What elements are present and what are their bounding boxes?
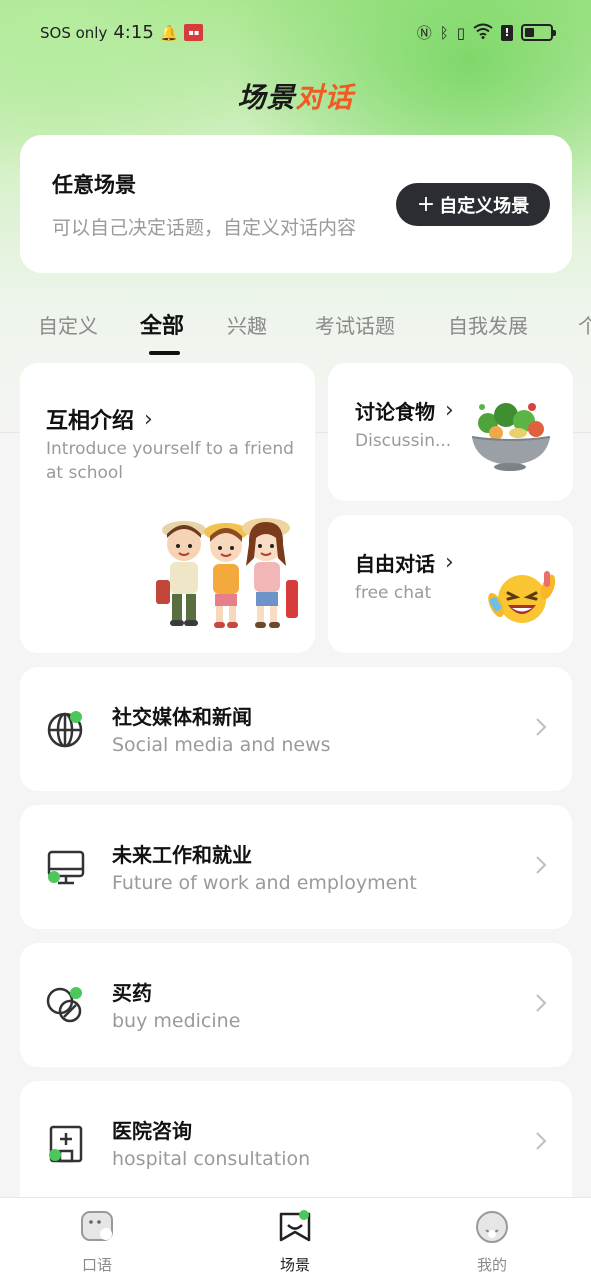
nav-label: 口语 [81, 1256, 112, 1274]
topic-card-hospital[interactable]: 医院咨询 hospital consultation [20, 1081, 572, 1197]
laughing-emoji-illustration [488, 571, 556, 623]
profile-icon [476, 1211, 508, 1243]
chevron-right-icon [536, 856, 547, 874]
featured-subtitle: Introduce yourself to a friend at school [46, 439, 294, 483]
topic-subtitle: hospital consultation [112, 1148, 311, 1170]
nav-item-scenes[interactable]: 场景 [255, 1210, 335, 1275]
tab-interests[interactable]: 兴趣 [227, 310, 267, 339]
featured-subtitle: free chat [355, 583, 432, 603]
topic-title: 买药 [112, 981, 152, 1005]
topic-subtitle: Future of work and employment [112, 872, 417, 894]
chat-face-icon [81, 1211, 113, 1241]
featured-title: 讨论食物 [355, 400, 435, 424]
pills-icon [46, 987, 82, 1023]
chevron-right-icon [536, 1132, 547, 1150]
tab-self-development[interactable]: 自我发展 [448, 310, 528, 339]
topic-title: 社交媒体和新闻 [112, 705, 252, 729]
bottom-nav: 口语 场景 我的 [0, 1197, 591, 1280]
chevron-right-icon: › [445, 398, 454, 423]
carrier-text: SOS only [40, 23, 108, 42]
nav-label: 场景 [279, 1256, 310, 1274]
topic-title: 医院咨询 [112, 1119, 192, 1143]
featured-title: 自由对话 [355, 552, 435, 576]
battery-icon [521, 24, 556, 41]
tab-more[interactable]: 个 [578, 310, 591, 339]
nav-item-profile[interactable]: 我的 [452, 1210, 532, 1275]
featured-card-introduce[interactable]: 互相介绍 › Introduce yourself to a friend at… [20, 363, 315, 653]
hospital-icon [49, 1125, 83, 1163]
wifi-icon [473, 23, 493, 43]
clock: 4:15 [113, 22, 154, 43]
plus-icon: + [416, 191, 436, 217]
globe-icon [47, 711, 83, 748]
featured-subtitle: Discussin... [355, 431, 452, 451]
tab-exam-topics[interactable]: 考试话题 [315, 310, 395, 339]
tab-custom[interactable]: 自定义 [38, 310, 98, 339]
bell-icon: 🔔 [159, 23, 179, 42]
featured-card-food[interactable]: 讨论食物 › Discussin... [328, 363, 573, 501]
tab-all[interactable]: 全部 [140, 308, 184, 340]
page-title: 场景对话 [0, 76, 591, 116]
topic-subtitle: buy medicine [112, 1010, 241, 1032]
nav-label: 我的 [476, 1256, 507, 1274]
topic-card-social-media[interactable]: 社交媒体和新闻 Social media and news [20, 667, 572, 791]
nav-item-speaking[interactable]: 口语 [57, 1210, 137, 1275]
page-title-part1: 场景 [237, 81, 296, 114]
category-tabs: 自定义 全部 兴趣 考试话题 自我发展 个 [0, 300, 591, 360]
salad-bowl-illustration [471, 403, 551, 471]
app-notification-icon: ▪▪ [184, 24, 204, 41]
featured-title: 互相介绍 [46, 409, 135, 434]
custom-scene-card[interactable]: 任意场景 可以自己决定话题，自定义对话内容 + 自定义场景 [20, 135, 572, 273]
custom-scene-button-label: 自定义场景 [439, 195, 530, 217]
nfc-icon: Ⓝ [416, 24, 432, 42]
custom-scene-title: 任意场景 [52, 173, 136, 197]
chevron-right-icon [536, 718, 547, 736]
chevron-right-icon [536, 994, 547, 1012]
custom-scene-button[interactable]: + 自定义场景 [396, 183, 550, 226]
vibrate-icon: ▯ [456, 23, 465, 42]
chevron-right-icon: › [445, 550, 454, 575]
monitor-icon [47, 850, 85, 885]
topic-title: 未来工作和就业 [112, 843, 252, 867]
featured-card-free-chat[interactable]: 自由对话 › free chat [328, 515, 573, 653]
active-tab-indicator [149, 351, 180, 355]
kids-illustration [156, 518, 298, 628]
alert-icon: ! [501, 24, 513, 41]
bluetooth-icon: ᛒ [439, 23, 449, 42]
topic-subtitle: Social media and news [112, 734, 331, 756]
page-title-part2: 对话 [295, 81, 354, 114]
custom-scene-description: 可以自己决定话题，自定义对话内容 [52, 217, 357, 239]
topic-card-buy-medicine[interactable]: 买药 buy medicine [20, 943, 572, 1067]
chevron-right-icon: › [144, 406, 153, 432]
scene-icon [279, 1210, 311, 1242]
status-bar: SOS only 4:15 🔔 ▪▪ Ⓝ ᛒ ▯ ! [0, 0, 591, 66]
topic-card-future-work[interactable]: 未来工作和就业 Future of work and employment [20, 805, 572, 929]
